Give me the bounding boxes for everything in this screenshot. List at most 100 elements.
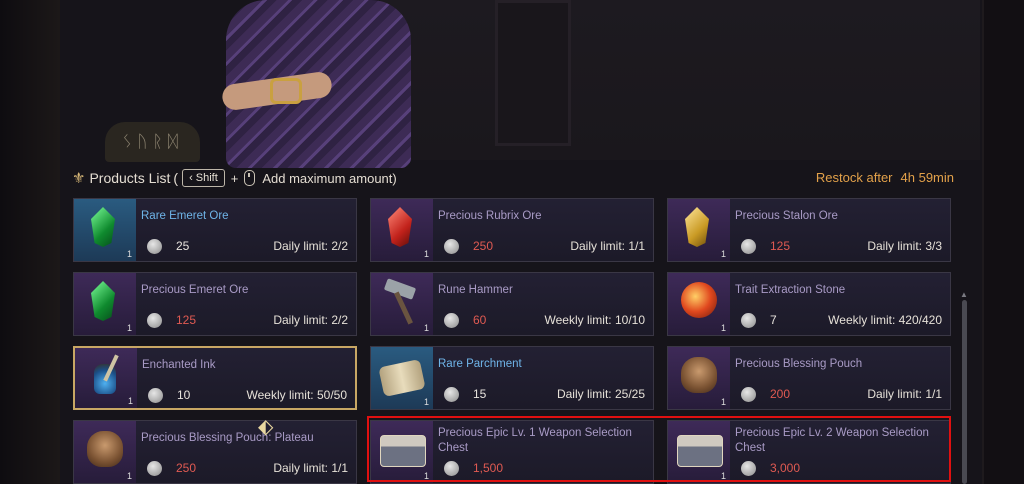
product-quantity: 1 <box>423 471 429 481</box>
product-thumbnail: 1 <box>668 347 730 409</box>
window-frame <box>495 0 571 146</box>
cursor-icon: ⬖ <box>258 416 274 438</box>
product-price: 250 <box>473 239 494 253</box>
product-quantity: 1 <box>423 397 429 407</box>
max-amount-hint: Add maximum amount) <box>262 170 397 186</box>
product-price: 7 <box>770 313 777 327</box>
product-price: 1,500 <box>473 461 504 475</box>
product-thumbnail: 1 <box>668 273 730 335</box>
product-card[interactable]: 1 Rune Hammer 60 Weekly limit: 10/10 <box>370 272 654 336</box>
product-thumbnail: 1 <box>371 273 433 335</box>
product-card[interactable]: 1 Precious Emeret Ore 125 Daily limit: 2/2 <box>73 272 357 336</box>
purchase-limit: Daily limit: 1/1 <box>570 239 645 253</box>
rune-sign: ᛊᚢᚱᛞ <box>105 122 200 162</box>
product-thumbnail: 1 <box>371 199 433 261</box>
bookshelf-left <box>0 0 60 484</box>
bookshelf-right <box>982 0 1024 484</box>
purchase-limit: Daily limit: 25/25 <box>556 387 645 401</box>
product-card[interactable]: 1 Precious Rubrix Ore 250 Daily limit: 1/1 <box>370 198 654 262</box>
product-thumbnail: 1 <box>668 421 730 483</box>
product-price: 125 <box>770 239 791 253</box>
product-card[interactable]: 1 Precious Epic Lv. 1 Weapon Selection Ch… <box>370 420 654 484</box>
product-name: Precious Emeret Ore <box>141 284 249 296</box>
purchase-limit: Weekly limit: 50/50 <box>246 388 347 402</box>
silver-coin-icon <box>148 388 163 403</box>
product-quantity: 1 <box>720 249 726 259</box>
product-quantity: 1 <box>720 397 726 407</box>
fleur-icon: ⚜ <box>72 170 86 187</box>
product-price: 250 <box>176 461 197 475</box>
product-thumbnail: 1 <box>668 199 730 261</box>
purchase-limit: Weekly limit: 420/420 <box>828 313 942 327</box>
product-quantity: 1 <box>720 323 726 333</box>
product-name: Precious Rubrix Ore <box>438 210 542 222</box>
product-quantity: 1 <box>423 249 429 259</box>
merchant-bangle <box>270 78 302 104</box>
restock-timer: Restock after 4h 59min <box>815 170 954 185</box>
product-thumbnail: 1 <box>74 199 136 261</box>
product-name: Trait Extraction Stone <box>735 284 846 296</box>
product-card[interactable]: 1 Precious Blessing Pouch: Plateau 250 Dail… <box>73 420 357 484</box>
product-card[interactable]: 1 Precious Epic Lv. 2 Weapon Selection Ch… <box>667 420 951 484</box>
product-quantity: 1 <box>423 323 429 333</box>
shift-key-hint: ‹ Shift <box>182 169 225 187</box>
product-quantity: 1 <box>127 396 133 406</box>
back-wall <box>380 0 980 160</box>
product-card[interactable]: 1 Precious Blessing Pouch 200 Daily limit: … <box>667 346 951 410</box>
silver-coin-icon <box>444 461 459 476</box>
product-thumbnail: 1 <box>75 348 137 408</box>
product-name: Precious Blessing Pouch <box>735 358 863 370</box>
product-price: 15 <box>473 387 487 401</box>
purchase-limit: Weekly limit: 10/10 <box>544 313 645 327</box>
products-header: ⚜ Products List ( ‹ Shift + Add maximum a… <box>72 168 954 188</box>
silver-coin-icon <box>741 313 756 328</box>
product-name: Precious Stalon Ore <box>735 210 838 222</box>
product-name: Rare Parchment <box>438 358 522 370</box>
left-arrow-icon: ‹ <box>189 172 193 184</box>
silver-coin-icon <box>147 313 162 328</box>
scroll-up-arrow[interactable]: ▲ <box>960 290 969 299</box>
product-price: 25 <box>176 239 190 253</box>
product-card[interactable]: 1 Trait Extraction Stone 7 Weekly limit: 42… <box>667 272 951 336</box>
purchase-limit: Daily limit: 1/1 <box>867 387 942 401</box>
purchase-limit: Daily limit: 3/3 <box>867 239 942 253</box>
product-card[interactable]: 1 Enchanted Ink 10 Weekly limit: 50/50 <box>73 346 357 410</box>
silver-coin-icon <box>741 387 756 402</box>
product-price: 3,000 <box>770 461 801 475</box>
product-price: 10 <box>177 388 191 402</box>
product-quantity: 1 <box>126 323 132 333</box>
silver-coin-icon <box>444 313 459 328</box>
silver-coin-icon <box>444 387 459 402</box>
plus-sign: + <box>230 170 239 186</box>
product-thumbnail: 1 <box>371 347 433 409</box>
product-name: Rare Emeret Ore <box>141 210 229 222</box>
mouse-click-icon <box>244 170 256 186</box>
product-name: Rune Hammer <box>438 284 513 296</box>
silver-coin-icon <box>741 461 756 476</box>
silver-coin-icon <box>741 239 756 254</box>
product-card[interactable]: 1 Rare Parchment 15 Daily limit: 25/25 <box>370 346 654 410</box>
products-list-title: Products List <box>89 170 171 186</box>
product-price: 60 <box>473 313 487 327</box>
product-card[interactable]: 1 Precious Stalon Ore 125 Daily limit: 3/3 <box>667 198 951 262</box>
product-card[interactable]: 1 Rare Emeret Ore 25 Daily limit: 2/2 <box>73 198 357 262</box>
silver-coin-icon <box>147 239 162 254</box>
product-name: Precious Epic Lv. 2 Weapon Selection Che… <box>735 427 929 454</box>
product-name: Precious Blessing Pouch: Plateau <box>141 432 314 444</box>
silver-coin-icon <box>147 461 162 476</box>
product-quantity: 1 <box>126 249 132 259</box>
silver-coin-icon <box>444 239 459 254</box>
open-paren: ( <box>173 170 179 186</box>
product-price: 125 <box>176 313 197 327</box>
product-price: 200 <box>770 387 791 401</box>
purchase-limit: Daily limit: 2/2 <box>273 239 348 253</box>
purchase-limit: Daily limit: 2/2 <box>273 313 348 327</box>
product-quantity: 1 <box>720 471 726 481</box>
product-name: Enchanted Ink <box>142 359 216 371</box>
product-quantity: 1 <box>126 471 132 481</box>
product-name: Precious Epic Lv. 1 Weapon Selection Che… <box>438 427 632 454</box>
product-thumbnail: 1 <box>74 421 136 483</box>
product-thumbnail: 1 <box>371 421 433 483</box>
scrollbar[interactable] <box>962 300 967 484</box>
product-thumbnail: 1 <box>74 273 136 335</box>
